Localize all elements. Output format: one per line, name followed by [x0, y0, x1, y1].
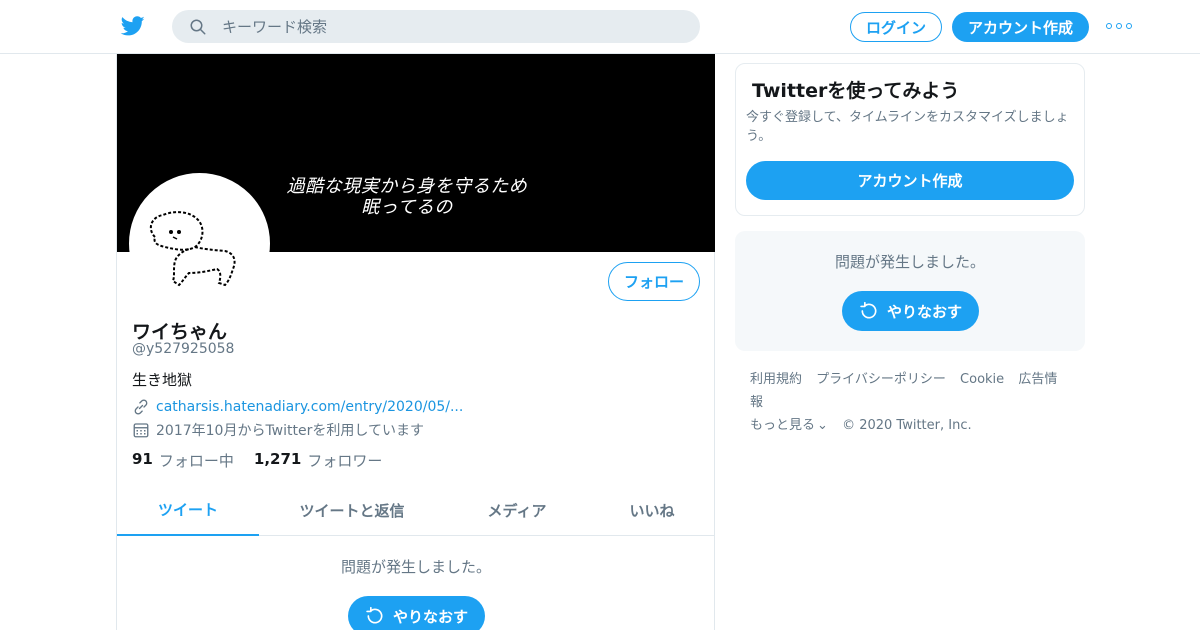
- sidebar-retry-button[interactable]: やりなおす: [842, 291, 979, 331]
- login-button[interactable]: ログイン: [850, 12, 942, 42]
- joined-date-row: 2017年10月からTwitterを利用しています: [132, 420, 424, 440]
- tab-tweets-and-replies[interactable]: ツイートと返信: [259, 484, 445, 536]
- followers-label[interactable]: フォロワー: [307, 450, 382, 471]
- sidebar-error-message: 問題が発生しました。: [834, 253, 985, 271]
- tab-media[interactable]: メディア: [445, 484, 589, 536]
- search-icon: [190, 19, 206, 35]
- calendar-icon: [133, 423, 149, 438]
- joined-date: 2017年10月からTwitterを利用しています: [156, 423, 424, 439]
- more-options-icon[interactable]: [1106, 17, 1132, 35]
- top-navigation: ログイン アカウント作成: [0, 0, 1200, 54]
- profile-bio: 生き地獄: [132, 371, 193, 389]
- avatar-drawing: [149, 211, 236, 287]
- follow-button[interactable]: フォロー: [608, 262, 700, 301]
- twitter-bird-icon[interactable]: [120, 14, 146, 38]
- following-count[interactable]: 91: [132, 450, 153, 471]
- footer-link-terms[interactable]: 利用規約: [750, 372, 802, 387]
- profile-column: 過酷な現実から身を守るため 眠ってるの フォロー ワイちゃん @y5279250…: [116, 54, 715, 630]
- chevron-down-icon: ⌄: [817, 418, 828, 433]
- header-image-text: 過酷な現実から身を守るため 眠ってるの: [286, 176, 528, 218]
- search-input[interactable]: [222, 10, 682, 43]
- link-icon: [134, 399, 148, 415]
- retry-label: やりなおす: [886, 302, 962, 321]
- profile-link-row: catharsis.hatenadiary.com/entry/2020/05/…: [132, 398, 463, 416]
- signup-button[interactable]: アカウント作成: [952, 12, 1089, 42]
- refresh-icon: [860, 301, 877, 319]
- search-bar[interactable]: [172, 10, 700, 43]
- footer-more-button[interactable]: もっと見る ⌄: [750, 418, 828, 433]
- retry-label: やりなおす: [392, 607, 468, 626]
- signup-card-button[interactable]: アカウント作成: [746, 161, 1074, 200]
- signup-card-title: Twitterを使ってみよう: [752, 80, 960, 102]
- profile-link[interactable]: catharsis.hatenadiary.com/entry/2020/05/…: [156, 399, 463, 415]
- tab-tweets[interactable]: ツイート: [117, 484, 259, 536]
- avatar[interactable]: [129, 173, 270, 314]
- footer-link-cookie[interactable]: Cookie: [960, 372, 1004, 387]
- profile-tabs: ツイート ツイートと返信 メディア いいね: [117, 484, 715, 536]
- username-handle[interactable]: @y527925058: [132, 341, 234, 357]
- sidebar-error-card: 問題が発生しました。 やりなおす: [735, 231, 1085, 351]
- timeline-error-message: 問題が発生しました。: [340, 558, 491, 576]
- refresh-icon: [366, 606, 383, 624]
- footer-link-privacy[interactable]: プライバシーポリシー: [816, 372, 946, 387]
- display-name: ワイちゃん: [132, 321, 228, 343]
- tab-likes[interactable]: いいね: [589, 484, 715, 536]
- signup-card-subtitle: 今すぐ登録して、タイムラインをカスタマイズしましょう。: [746, 110, 1069, 144]
- follow-counts: 91 フォロー中 1,271 フォロワー: [132, 450, 402, 471]
- footer-copyright: © 2020 Twitter, Inc.: [842, 418, 972, 433]
- signup-card: Twitterを使ってみよう 今すぐ登録して、タイムラインをカスタマイズしましょ…: [735, 63, 1085, 216]
- sidebar-footer: 利用規約 プライバシーポリシー Cookie 広告情報 もっと見る ⌄ © 202…: [750, 368, 1080, 437]
- following-label[interactable]: フォロー中: [159, 450, 234, 471]
- followers-count[interactable]: 1,271: [254, 450, 301, 471]
- timeline-retry-button[interactable]: やりなおす: [348, 596, 485, 630]
